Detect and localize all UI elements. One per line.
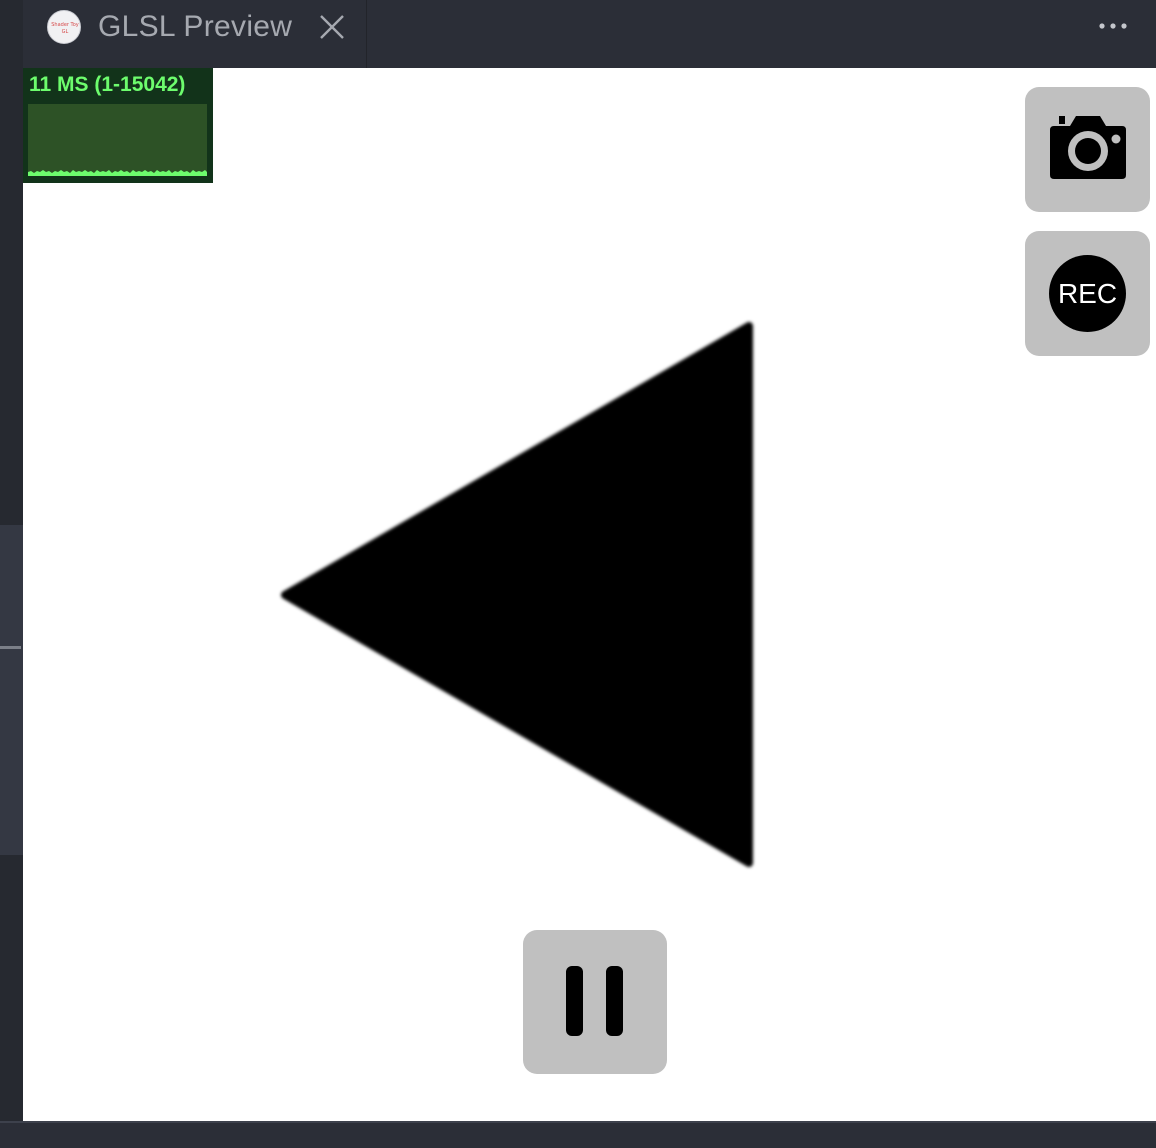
side-scroll-region[interactable] xyxy=(0,525,23,855)
status-bar xyxy=(0,1121,1156,1148)
record-button[interactable]: REC xyxy=(1025,231,1150,356)
panel-resize-sash[interactable] xyxy=(0,646,21,649)
frame-time-graph xyxy=(28,104,207,176)
close-icon[interactable] xyxy=(317,12,347,42)
frame-time-readout: 11 MS (1-15042) xyxy=(29,73,186,96)
shader-toy-logo-icon: Shader Toy GL xyxy=(47,10,81,44)
activity-strip xyxy=(0,0,23,1148)
shader-canvas[interactable]: 11 MS (1-15042) REC xyxy=(23,68,1156,1121)
glsl-preview-window: Shader Toy GL GLSL Preview 11 MS (1-1504… xyxy=(0,0,1156,1148)
tab-glsl-preview[interactable]: Shader Toy GL GLSL Preview xyxy=(23,0,367,68)
pause-button[interactable] xyxy=(523,930,667,1074)
performance-stats-panel[interactable]: 11 MS (1-15042) xyxy=(23,68,213,183)
ellipsis-icon[interactable] xyxy=(1095,12,1131,40)
svg-text:GL: GL xyxy=(62,29,69,35)
pause-icon xyxy=(565,965,625,1042)
record-label: REC xyxy=(1049,255,1126,332)
tab-title: GLSL Preview xyxy=(98,10,293,43)
svg-text:Shader Toy: Shader Toy xyxy=(51,22,79,28)
screenshot-button[interactable] xyxy=(1025,87,1150,212)
camera-icon xyxy=(1048,114,1128,187)
triangle-shape xyxy=(281,322,753,867)
editor-tab-bar: Shader Toy GL GLSL Preview xyxy=(23,0,1156,68)
